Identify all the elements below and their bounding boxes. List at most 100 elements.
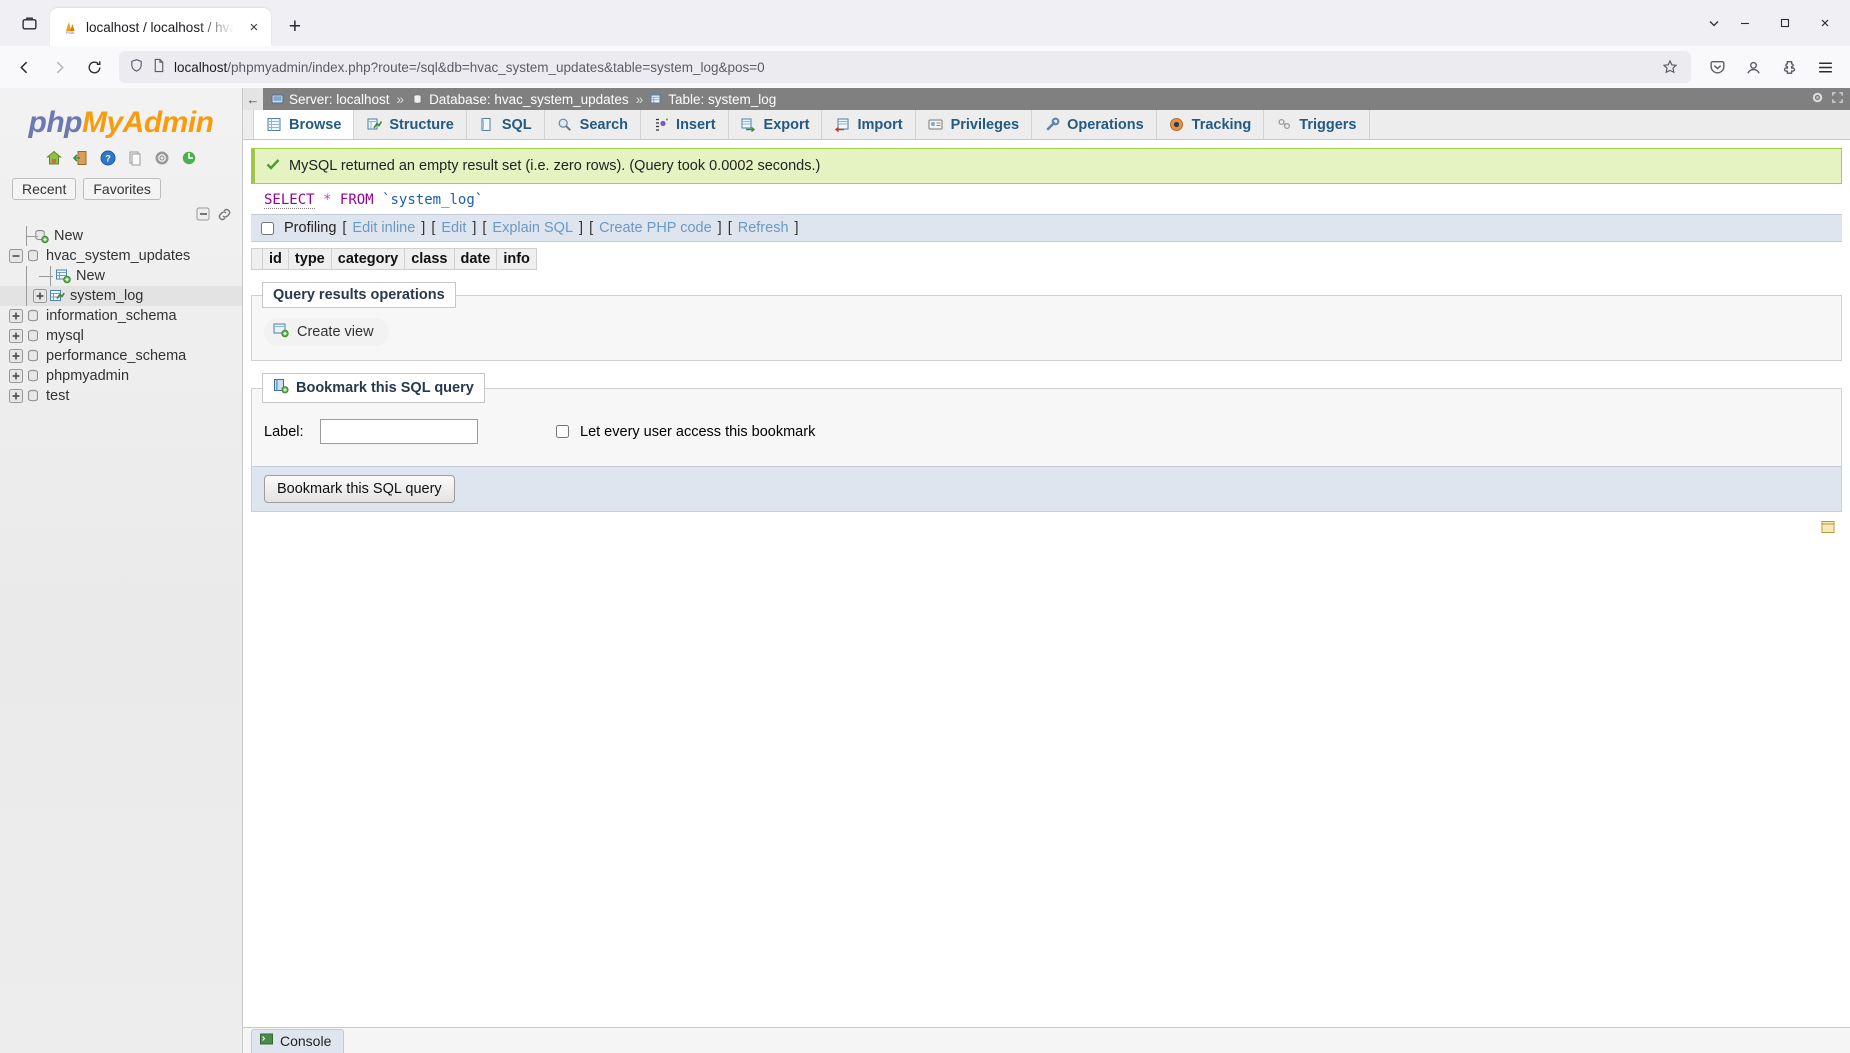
tab-privileges[interactable]: Privileges <box>914 110 1033 139</box>
tree-item-information-schema[interactable]: information_schema <box>0 306 242 326</box>
list-all-tabs-icon[interactable] <box>14 8 44 38</box>
tree-item-performance-schema[interactable]: performance_schema <box>0 346 242 366</box>
link-icon[interactable] <box>216 206 232 222</box>
minimize-button[interactable] <box>1726 7 1764 39</box>
browser-tab[interactable]: PMA localhost / localhost / hva × <box>50 8 271 46</box>
logo-php: php <box>28 106 83 139</box>
expand-toggle-icon[interactable] <box>8 368 24 384</box>
tab-search[interactable]: Search <box>543 110 642 139</box>
bookmark-label-input[interactable] <box>320 419 478 444</box>
reload-button-icon[interactable] <box>78 51 110 83</box>
account-icon[interactable] <box>1736 51 1770 83</box>
sql-keyword-select: SELECT <box>264 192 315 209</box>
bookmark-star-icon[interactable] <box>1659 56 1681 78</box>
bookmark-share-checkbox[interactable] <box>556 425 569 438</box>
console-toggle-button[interactable]: Console <box>251 1029 345 1053</box>
create-view-button[interactable]: Create view <box>264 318 389 346</box>
reload-icon[interactable] <box>179 148 199 168</box>
database-icon <box>24 307 42 325</box>
docs-icon[interactable] <box>125 148 145 168</box>
forward-button-icon[interactable] <box>43 51 75 83</box>
tab-recent[interactable]: Recent <box>12 178 77 200</box>
tree-item-system-log[interactable]: system_log <box>0 286 242 306</box>
tab-import[interactable]: Import <box>821 110 916 139</box>
column-header-info[interactable]: info <box>496 248 537 270</box>
breadcrumb-table[interactable]: Table: system_log <box>650 92 776 107</box>
tab-triggers[interactable]: Triggers <box>1263 110 1370 139</box>
tab-browse[interactable]: Browse <box>253 110 355 139</box>
collapse-all-icon[interactable] <box>195 206 211 222</box>
expand-toggle-icon[interactable] <box>8 308 24 324</box>
help-icon[interactable]: ? <box>98 148 118 168</box>
logout-icon[interactable] <box>71 148 91 168</box>
app-menu-icon[interactable] <box>1808 51 1842 83</box>
tab-insert[interactable]: Insert <box>640 110 729 139</box>
column-header-category[interactable]: category <box>330 248 405 270</box>
column-header-type[interactable]: type <box>287 248 331 270</box>
close-window-button[interactable] <box>1806 7 1844 39</box>
tab-favorites[interactable]: Favorites <box>83 178 161 200</box>
results-column-headers: id type category class date info <box>251 248 1842 270</box>
bracket-close: ] <box>579 220 584 236</box>
bookmark-submit-button[interactable]: Bookmark this SQL query <box>264 475 455 503</box>
sql-query-display[interactable]: SELECT * FROM `system_log` <box>251 184 1842 214</box>
console-icon <box>260 1033 273 1049</box>
bracket-close: ] <box>472 220 477 236</box>
tab-operations[interactable]: Operations <box>1031 110 1157 139</box>
tree-item-label: performance_schema <box>46 348 187 364</box>
tab-label: Operations <box>1067 116 1144 133</box>
query-window-icon[interactable] <box>1821 520 1836 540</box>
column-header-id[interactable]: id <box>262 248 288 270</box>
tab-tracking[interactable]: Tracking <box>1155 110 1265 139</box>
expand-toggle-icon[interactable] <box>32 288 48 304</box>
tree-item-hvac-system-updates[interactable]: hvac_system_updates <box>0 246 242 266</box>
tree-item-phpmyadmin[interactable]: phpmyadmin <box>0 366 242 386</box>
privileges-icon <box>928 117 944 133</box>
column-header-date[interactable]: date <box>453 248 497 270</box>
expand-toggle-icon[interactable] <box>8 348 24 364</box>
column-header-class[interactable]: class <box>404 248 454 270</box>
address-bar[interactable]: localhost/phpmyadmin/index.php?route=/sq… <box>119 51 1691 83</box>
breadcrumb-separator: » <box>635 91 644 107</box>
tree-item-mysql[interactable]: mysql <box>0 326 242 346</box>
expand-toggle-icon[interactable] <box>8 388 24 404</box>
back-button-icon[interactable] <box>8 51 40 83</box>
new-tab-button[interactable]: + <box>279 11 311 43</box>
breadcrumb-server[interactable]: Server: localhost <box>271 92 390 107</box>
expand-toggle-icon[interactable] <box>8 328 24 344</box>
link-edit-inline[interactable]: Edit inline <box>352 220 415 236</box>
gear-icon[interactable] <box>1811 91 1824 107</box>
home-icon[interactable] <box>44 148 64 168</box>
tab-export[interactable]: Export <box>727 110 823 139</box>
link-explain-sql[interactable]: Explain SQL <box>492 220 573 236</box>
tree-item-new-database[interactable]: New <box>0 226 242 246</box>
link-edit[interactable]: Edit <box>441 220 466 236</box>
chevron-down-icon[interactable] <box>1706 0 1722 46</box>
link-refresh[interactable]: Refresh <box>738 220 789 236</box>
tree-item-new-table[interactable]: New <box>0 266 242 286</box>
tree-item-test[interactable]: test <box>0 386 242 406</box>
bottom-right-icon-wrap <box>251 512 1842 540</box>
breadcrumb-back-icon[interactable]: ← <box>243 88 263 110</box>
phpmyadmin-logo[interactable]: phpMyAdmin <box>0 96 242 142</box>
fullscreen-icon[interactable] <box>1831 91 1844 107</box>
profiling-bar: Profiling [ Edit inline ] [ Edit ] [ Exp… <box>251 214 1842 242</box>
profiling-label: Profiling <box>284 220 337 236</box>
bookmark-legend-label: Bookmark this SQL query <box>296 380 474 396</box>
collapse-toggle-icon[interactable] <box>8 248 24 264</box>
maximize-button[interactable] <box>1766 7 1804 39</box>
window-controls <box>1726 0 1844 46</box>
breadcrumb-database[interactable]: Database: hvac_system_updates <box>411 92 629 107</box>
profiling-checkbox[interactable] <box>261 221 274 235</box>
link-create-php-code[interactable]: Create PHP code <box>599 220 712 236</box>
extensions-icon[interactable] <box>1772 51 1806 83</box>
tab-structure[interactable]: Structure <box>353 110 467 139</box>
browser-navbar: localhost/phpmyadmin/index.php?route=/sq… <box>0 46 1850 88</box>
close-icon[interactable]: × <box>245 18 263 36</box>
tab-sql[interactable]: SQL <box>465 110 545 139</box>
tracking-icon <box>1169 117 1185 133</box>
pocket-icon[interactable] <box>1700 51 1734 83</box>
database-icon <box>411 93 424 106</box>
settings-icon[interactable] <box>152 148 172 168</box>
query-results-operations-section: Query results operations Create view <box>251 282 1842 361</box>
